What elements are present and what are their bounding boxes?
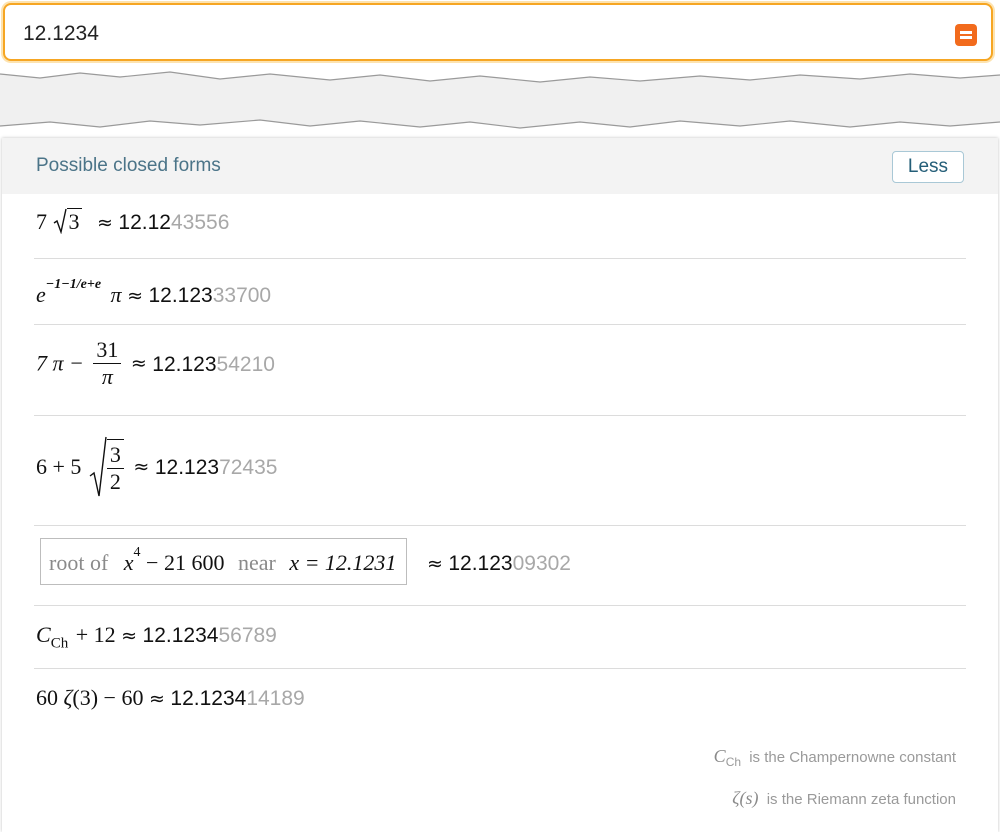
approx-symbol: ≈ xyxy=(97,212,113,234)
root-of-label: root of xyxy=(49,550,109,575)
pi-symbol: π xyxy=(110,282,122,307)
approx-symbol: ≈ xyxy=(127,285,143,307)
formula-text: 6 + 5 xyxy=(36,454,82,479)
value: 12.12372435 xyxy=(155,454,278,479)
formula-6: CCh + 12 ≈ 12.123456789 xyxy=(36,622,277,652)
value-main: 12.1234 xyxy=(142,624,219,647)
result-row-2: e−1−1/e+e π ≈ 12.12333700 xyxy=(34,259,966,325)
result-row-6: CCh + 12 ≈ 12.123456789 xyxy=(34,606,966,669)
formula-3: 7 π − 31 π ≈ 12.12354210 xyxy=(36,337,275,390)
formula-text: + 12 xyxy=(75,622,116,647)
root-of-box[interactable]: root of x4 − 21 600 near x = 12.1231 xyxy=(40,538,408,585)
footnote-symbol: ζ(s) xyxy=(732,788,759,808)
sqrt-symbol xyxy=(89,436,107,497)
search-input[interactable] xyxy=(23,19,923,49)
value-main: 12.123 xyxy=(152,352,217,376)
value-main: 12.12 xyxy=(118,211,171,234)
value: 12.12354210 xyxy=(152,351,275,376)
torn-paper-divider xyxy=(0,71,1000,144)
approx-symbol: ≈ xyxy=(426,553,443,575)
sqrt-symbol xyxy=(53,208,67,235)
panel-header: Possible closed forms Less xyxy=(2,138,998,194)
value-rest: 09302 xyxy=(512,552,571,575)
formula-4: 6 + 5 3 2 ≈ 12.12372435 xyxy=(36,436,277,498)
exponent: 4 xyxy=(133,545,141,560)
approx-symbol: ≈ xyxy=(130,352,147,375)
denominator: π xyxy=(101,364,113,389)
near-label: near xyxy=(237,550,276,575)
value-rest: 72435 xyxy=(219,456,278,479)
result-row-5: root of x4 − 21 600 near x = 12.1231 ≈ 1… xyxy=(34,526,966,606)
value-rest: 54210 xyxy=(216,352,275,376)
footnote-subscript: Ch xyxy=(725,755,742,769)
numerator: 31 xyxy=(93,337,122,364)
less-button[interactable]: Less xyxy=(892,151,964,183)
result-row-7: 60 ζ(3) − 60 ≈ 12.123414189 xyxy=(34,669,966,729)
formula-7: 60 ζ(3) − 60 ≈ 12.123414189 xyxy=(36,685,305,711)
formula-text: 7 xyxy=(36,209,47,234)
formula-5: root of x4 − 21 600 near x = 12.1231 ≈ 1… xyxy=(40,538,571,585)
value-main: 12.123 xyxy=(148,284,213,307)
fraction: 3 2 xyxy=(106,439,124,495)
footnote-zeta: ζ(s) is the Riemann zeta function xyxy=(732,788,956,809)
search-bar xyxy=(0,0,1000,72)
compute-button[interactable] xyxy=(955,24,977,46)
formula-text: 60 xyxy=(36,685,58,710)
panel-title: Possible closed forms xyxy=(36,155,221,176)
champernowne-symbol: C xyxy=(36,622,51,647)
footnote-champernowne: CCh is the Champernowne constant xyxy=(714,746,956,769)
approx-symbol: ≈ xyxy=(148,688,165,710)
equals-icon-bottom xyxy=(960,36,972,39)
value-main: 12.1234 xyxy=(170,687,247,710)
result-row-4: 6 + 5 3 2 ≈ 12.12372435 xyxy=(34,416,966,526)
subscript: Ch xyxy=(50,635,69,652)
closed-forms-panel: Possible closed forms Less 7 3 ≈ 12.1243… xyxy=(2,138,998,832)
search-box xyxy=(3,3,993,61)
formula-1: 7 3 ≈ 12.1243556 xyxy=(36,208,229,235)
result-row-3: 7 π − 31 π ≈ 12.12354210 xyxy=(34,325,966,416)
exponent: −1−1/e+e xyxy=(45,277,102,292)
value-rest: 43556 xyxy=(170,211,230,234)
variable-x: x xyxy=(123,550,134,575)
footnote-text: is the Champernowne constant xyxy=(749,749,956,766)
formula-2: e−1−1/e+e π ≈ 12.12333700 xyxy=(36,277,271,308)
radicand: 3 xyxy=(66,208,82,234)
near-value: x = 12.1231 xyxy=(289,550,397,575)
formula-text: 7 π − xyxy=(36,350,84,376)
value-main: 12.123 xyxy=(154,456,220,479)
formula-text-rest: (3) − 60 xyxy=(72,685,144,710)
formula-text: e xyxy=(36,282,46,307)
value-main: 12.123 xyxy=(448,552,513,575)
value-rest: 14189 xyxy=(246,687,305,710)
result-row-1: 7 3 ≈ 12.1243556 xyxy=(34,194,966,259)
value-rest: 33700 xyxy=(212,284,272,307)
equals-icon-top xyxy=(960,31,972,34)
numerator: 3 xyxy=(106,442,124,469)
denominator: 2 xyxy=(109,469,121,494)
footnote-text: is the Riemann zeta function xyxy=(766,791,956,808)
polynomial-term: − 21 600 xyxy=(146,550,225,575)
value-rest: 56789 xyxy=(218,624,277,647)
footnote-symbol: C xyxy=(713,746,726,766)
fraction: 31 π xyxy=(93,337,122,390)
approx-symbol: ≈ xyxy=(121,625,138,647)
approx-symbol: ≈ xyxy=(133,456,150,478)
